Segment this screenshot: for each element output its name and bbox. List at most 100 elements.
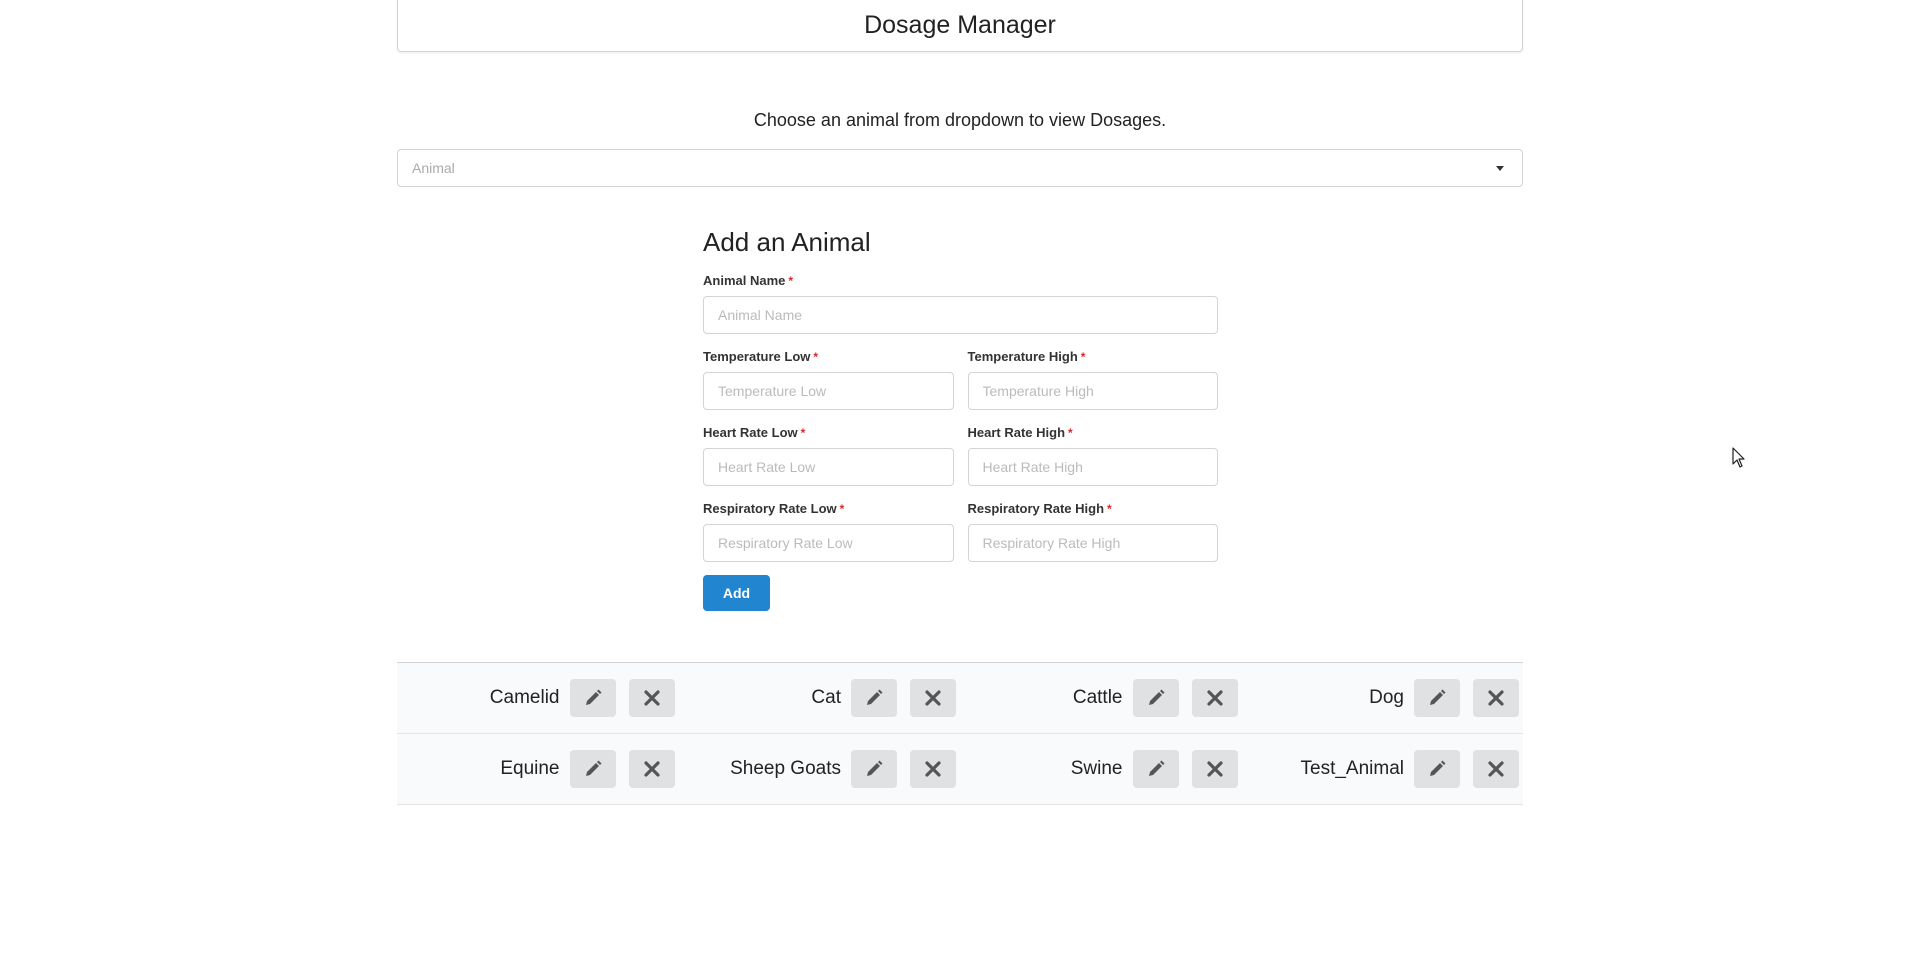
animal-name: Sheep Goats: [730, 758, 841, 779]
animal-cell: Equine: [397, 734, 679, 804]
page-title: Dosage Manager: [864, 11, 1056, 39]
heart-rate-low-field: Heart Rate Low *: [703, 424, 954, 486]
respiratory-rate-row: Respiratory Rate Low* Respiratory Rate H…: [703, 500, 1218, 576]
temperature-row: Temperature Low* Temperature High*: [703, 348, 1218, 424]
respiratory-rate-high-input[interactable]: [967, 524, 1218, 562]
close-icon: [1206, 761, 1223, 777]
temperature-high-label-text: Temperature High: [967, 349, 1078, 364]
animal-name: Cat: [811, 687, 841, 708]
animal-name: Camelid: [489, 687, 560, 708]
animal-grid: Camelid Cat Cattle Dog Equine Sheep Goat…: [397, 662, 1523, 805]
respiratory-rate-low-label-text: Respiratory Rate Low: [703, 501, 837, 516]
delete-animal-button[interactable]: [1191, 679, 1238, 717]
respiratory-rate-high-label: Respiratory Rate High *: [968, 500, 1219, 518]
required-mark: *: [1107, 502, 1112, 516]
edit-animal-button[interactable]: [851, 679, 897, 717]
animal-dropdown-placeholder: Animal: [412, 160, 455, 176]
heart-rate-row: Heart Rate Low* Heart Rate High*: [703, 424, 1218, 500]
close-icon: [1206, 690, 1223, 706]
animal-grid-row: Camelid Cat Cattle Dog: [397, 663, 1523, 734]
animal-name: Cattle: [1072, 687, 1123, 708]
close-icon: [925, 761, 941, 777]
animal-name-label: Animal Name *: [703, 272, 1218, 290]
required-mark: *: [1080, 350, 1086, 364]
temperature-high-field: Temperature High *: [967, 348, 1219, 410]
animal-cell: Cat: [679, 663, 961, 733]
respiratory-rate-high-label-text: Respiratory Rate High: [967, 501, 1105, 516]
caret-down-icon: [1496, 165, 1504, 171]
add-button[interactable]: Add: [703, 575, 770, 611]
heart-rate-low-label: Heart Rate Low *: [703, 424, 954, 442]
mouse-cursor-icon: [1732, 447, 1746, 474]
required-mark: *: [788, 274, 794, 288]
pencil-icon: [583, 759, 603, 779]
delete-animal-button[interactable]: [1191, 750, 1238, 788]
edit-animal-button[interactable]: [1132, 750, 1179, 788]
animal-cell: Cattle: [960, 663, 1242, 733]
temperature-low-label-text: Temperature Low: [703, 349, 811, 364]
delete-animal-button[interactable]: [628, 679, 675, 717]
pencil-icon: [864, 759, 884, 779]
animal-name-field: Animal Name *: [703, 272, 1218, 334]
heart-rate-low-input[interactable]: [703, 448, 954, 486]
close-icon: [643, 761, 660, 777]
delete-animal-button[interactable]: [1473, 679, 1519, 717]
instruction-text: Choose an animal from dropdown to view D…: [753, 110, 1167, 130]
respiratory-rate-low-label: Respiratory Rate Low *: [703, 500, 954, 518]
temperature-low-field: Temperature Low *: [703, 348, 954, 410]
animal-cell: Dog: [1242, 663, 1524, 733]
pencil-icon: [1427, 688, 1447, 708]
animal-name: Swine: [1070, 758, 1123, 779]
delete-animal-button[interactable]: [910, 750, 956, 788]
pencil-icon: [1427, 759, 1447, 779]
form-title: Add an Animal: [703, 227, 871, 257]
edit-animal-button[interactable]: [1414, 679, 1460, 717]
delete-animal-button[interactable]: [910, 679, 956, 717]
heart-rate-high-label: Heart Rate High *: [968, 424, 1219, 442]
animal-name: Dog: [1369, 687, 1404, 708]
required-mark: *: [1068, 426, 1073, 440]
required-mark: *: [800, 426, 806, 440]
animal-name-input[interactable]: [703, 296, 1218, 334]
heart-rate-high-label-text: Heart Rate High: [967, 425, 1066, 440]
animal-dropdown[interactable]: Animal: [397, 149, 1523, 187]
required-mark: *: [813, 350, 819, 364]
edit-animal-button[interactable]: [569, 750, 616, 788]
heart-rate-low-label-text: Heart Rate Low: [703, 425, 798, 440]
animal-cell: Test_Animal: [1242, 734, 1524, 804]
add-animal-form: Add an Animal Animal Name* Temperature L…: [703, 224, 1218, 611]
respiratory-rate-high-field: Respiratory Rate High *: [967, 500, 1219, 562]
required-mark: *: [839, 502, 845, 516]
close-icon: [1488, 761, 1504, 777]
heart-rate-high-input[interactable]: [967, 448, 1218, 486]
animal-grid-row: Equine Sheep Goats Swine Test_Animal: [397, 734, 1523, 805]
animal-cell: Swine: [960, 734, 1242, 804]
animal-cell: Sheep Goats: [679, 734, 961, 804]
respiratory-rate-low-field: Respiratory Rate Low *: [703, 500, 954, 562]
delete-animal-button[interactable]: [1473, 750, 1519, 788]
pencil-icon: [864, 688, 884, 708]
temperature-low-label: Temperature Low *: [703, 348, 954, 366]
delete-animal-button[interactable]: [628, 750, 675, 788]
edit-animal-button[interactable]: [1132, 679, 1179, 717]
animal-cell: Camelid: [397, 663, 679, 733]
close-icon: [925, 690, 941, 706]
animal-name: Test_Animal: [1300, 758, 1405, 779]
edit-animal-button[interactable]: [851, 750, 897, 788]
edit-animal-button[interactable]: [1414, 750, 1460, 788]
header-bar: Dosage Manager: [397, 0, 1523, 52]
close-icon: [1488, 690, 1504, 706]
temperature-high-label: Temperature High *: [968, 348, 1219, 366]
page: Dosage Manager Choose an animal from dro…: [0, 0, 1917, 968]
pencil-icon: [1146, 759, 1166, 779]
pencil-icon: [1146, 688, 1166, 708]
edit-animal-button[interactable]: [569, 679, 616, 717]
temperature-low-input[interactable]: [703, 372, 954, 410]
animal-name: Equine: [500, 758, 560, 779]
respiratory-rate-low-input[interactable]: [703, 524, 954, 562]
close-icon: [643, 690, 660, 706]
animal-name-label-text: Animal Name: [703, 273, 786, 288]
pencil-icon: [583, 688, 603, 708]
temperature-high-input[interactable]: [967, 372, 1218, 410]
heart-rate-high-field: Heart Rate High *: [967, 424, 1219, 486]
